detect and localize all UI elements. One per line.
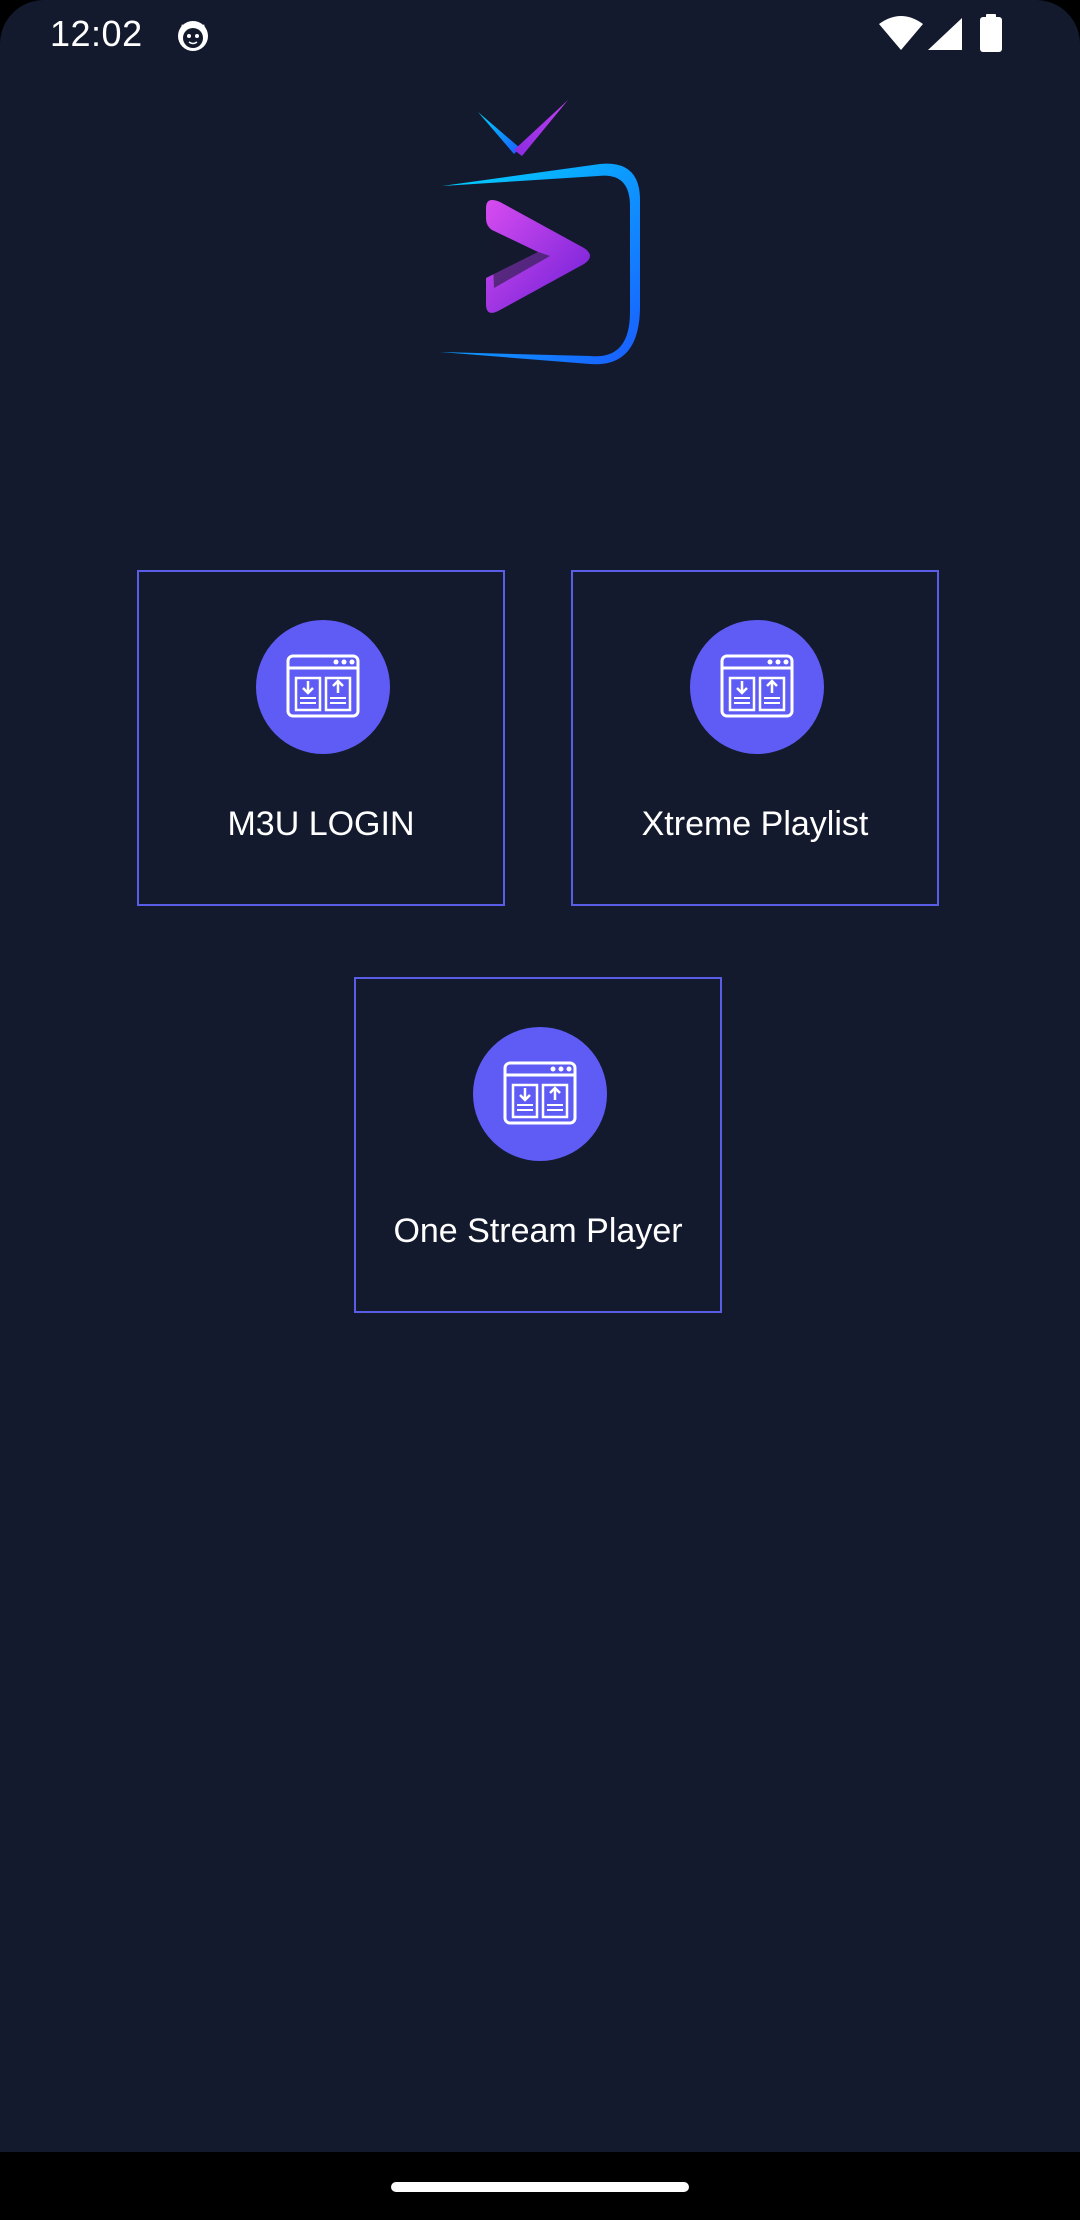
m3u-login-button[interactable]: M3U LOGIN [137,570,505,906]
tv-play-logo-icon [440,100,640,365]
tile-label: One Stream Player [393,1212,683,1250]
playlist-transfer-icon [473,1027,607,1161]
tile-label: Xtreme Playlist [641,805,869,843]
battery-icon [980,14,1002,52]
one-stream-player-button[interactable]: One Stream Player [354,977,722,1313]
status-bar: 12:02 [0,0,1080,66]
tile-label: M3U LOGIN [227,805,415,843]
xtreme-playlist-button[interactable]: Xtreme Playlist [571,570,939,906]
home-gesture-handle[interactable] [391,2182,689,2192]
playlist-transfer-icon [256,620,390,754]
signal-icon [928,18,962,50]
wifi-icon [879,16,923,50]
navigation-bar [0,2152,1080,2220]
status-time: 12:02 [50,13,143,54]
playlist-transfer-icon [690,620,824,754]
cat-icon [178,21,208,51]
app-screen: 12:02 M3U LOGIN Xtreme Playlist One Stre… [0,0,1080,2220]
